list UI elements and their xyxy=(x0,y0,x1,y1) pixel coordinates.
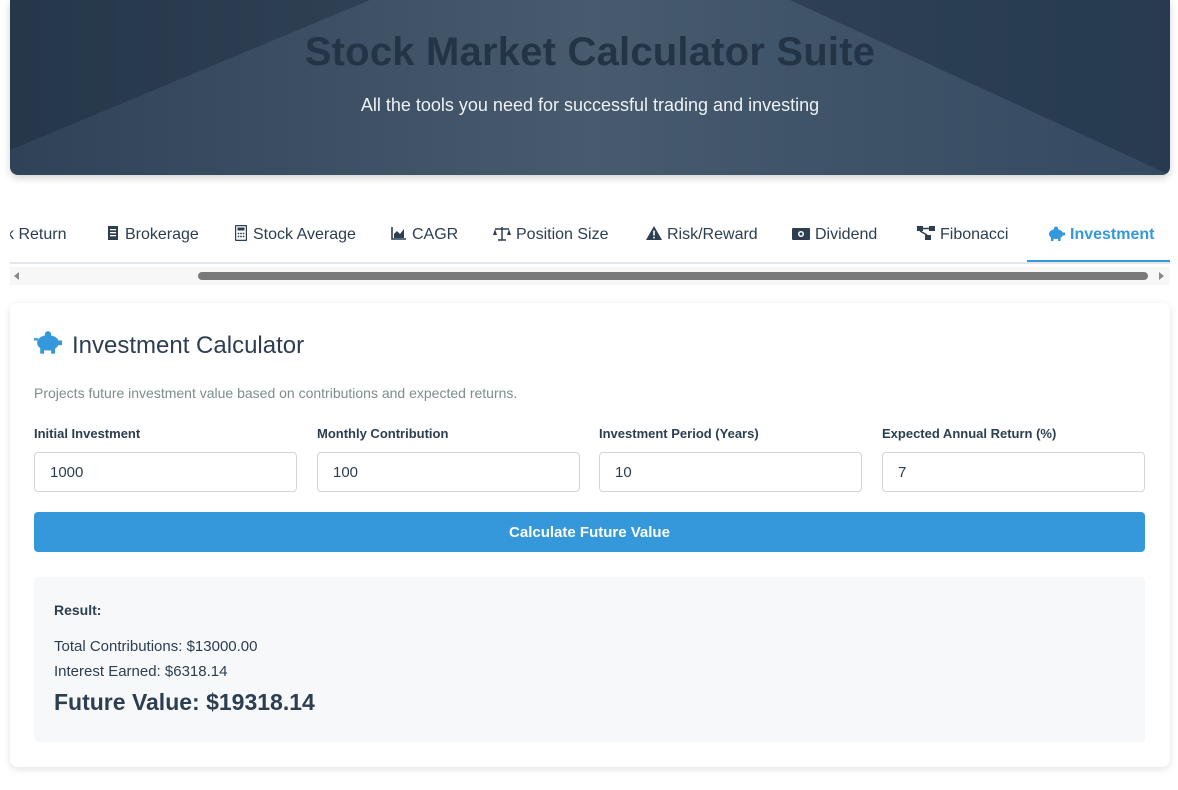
annual-return-input[interactable] xyxy=(882,452,1145,492)
tab-dividend[interactable]: Dividend xyxy=(792,208,877,262)
annual-return-group: Expected Annual Return (%) xyxy=(882,426,1145,492)
future-value-text: Future Value: $19318.14 xyxy=(54,689,315,715)
tab-label: CAGR xyxy=(412,226,459,243)
tab-label: k Return xyxy=(10,226,67,243)
initial-investment-label: Initial Investment xyxy=(34,426,141,441)
investment-period-input[interactable] xyxy=(599,452,862,492)
tabs-horizontal-scrollbar[interactable] xyxy=(10,267,1170,285)
tab-stock-return[interactable]: k Return xyxy=(10,208,66,262)
tab-label: Brokerage xyxy=(125,226,199,243)
tab-fibonacci[interactable]: Fibonacci xyxy=(917,208,1008,262)
tab-label: Dividend xyxy=(815,226,878,243)
initial-investment-input[interactable] xyxy=(34,452,297,492)
annual-return-label: Expected Annual Return (%) xyxy=(882,426,1057,441)
tab-label: Investment xyxy=(1070,226,1155,243)
scroll-right-arrow-icon[interactable] xyxy=(1159,272,1164,280)
piggy-bank-icon xyxy=(1047,226,1065,245)
tab-position-size[interactable]: Position Size xyxy=(493,208,609,262)
monthly-contribution-input[interactable] xyxy=(317,452,580,492)
tab-brokerage[interactable]: Brokerage xyxy=(106,208,199,262)
calculator-description: Projects future investment value based o… xyxy=(34,385,518,401)
warning-icon xyxy=(646,226,662,244)
page-title: Stock Market Calculator Suite xyxy=(304,30,876,74)
total-contributions-text: Total Contributions: $13000.00 xyxy=(54,638,258,655)
area-chart-icon xyxy=(391,226,407,244)
monthly-contribution-label: Monthly Contribution xyxy=(317,426,449,441)
investment-period-label: Investment Period (Years) xyxy=(599,426,759,441)
scroll-left-arrow-icon[interactable] xyxy=(14,272,19,280)
piggy-bank-icon xyxy=(34,330,62,361)
investment-calculator-card: Investment Calculator Projects future in… xyxy=(10,303,1170,767)
receipt-icon xyxy=(106,225,120,245)
header-banner: Stock Market Calculator Suite All the to… xyxy=(10,0,1170,175)
tab-label: Stock Average xyxy=(253,226,356,243)
active-tab-indicator xyxy=(1027,260,1170,262)
result-label: Result: xyxy=(54,602,102,618)
calculator-heading: Investment Calculator xyxy=(34,330,304,361)
page-subtitle: All the tools you need for successful tr… xyxy=(360,95,820,115)
tab-label: Position Size xyxy=(516,226,609,243)
investment-period-group: Investment Period (Years) xyxy=(599,426,862,492)
banner-decoration-left xyxy=(10,0,370,175)
tab-investment[interactable]: Investment xyxy=(1047,208,1154,262)
tab-label: Fibonacci xyxy=(940,226,1009,243)
banner-decoration-right xyxy=(790,0,1170,175)
tab-cagr[interactable]: CAGR xyxy=(391,208,458,262)
initial-investment-group: Initial Investment xyxy=(34,426,297,492)
tab-stock-average[interactable]: Stock Average xyxy=(234,208,356,262)
monthly-contribution-group: Monthly Contribution xyxy=(317,426,580,492)
tab-risk-reward[interactable]: Risk/Reward xyxy=(646,208,758,262)
balance-scale-icon xyxy=(493,226,511,245)
calculator-tabs: k Return Brokerage Stock Average CAGR Po… xyxy=(10,208,1170,264)
project-diagram-icon xyxy=(917,226,935,244)
money-bill-icon xyxy=(792,227,810,244)
result-panel: Result: Total Contributions: $13000.00 I… xyxy=(34,577,1145,742)
calculator-icon xyxy=(234,224,248,245)
interest-earned-text: Interest Earned: $6318.14 xyxy=(54,663,228,680)
tab-label: Risk/Reward xyxy=(667,226,758,243)
calculator-title: Investment Calculator xyxy=(72,331,305,359)
calculate-future-value-button[interactable]: Calculate Future Value xyxy=(34,512,1145,552)
scrollbar-thumb[interactable] xyxy=(198,272,1148,280)
